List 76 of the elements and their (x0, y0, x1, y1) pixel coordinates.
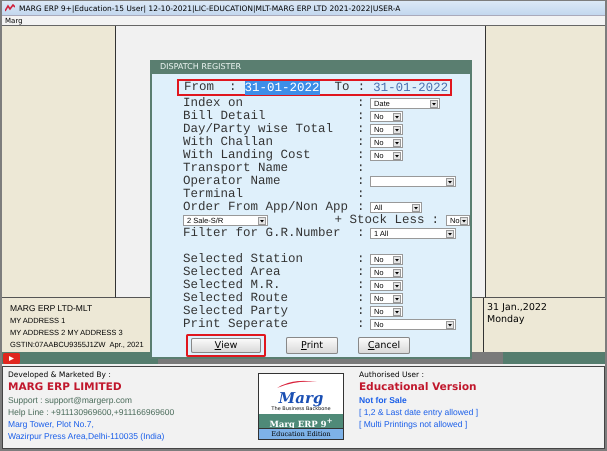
dropdown-icon[interactable] (446, 178, 454, 186)
field-label: Terminal (183, 188, 244, 201)
dialog-button[interactable]: View (186, 334, 266, 357)
field-label: Print Seperate (183, 318, 290, 331)
footer-text: Marg Tower, Plot No.7, (8, 418, 95, 430)
footer-text: Wazirpur Press Area,Delhi-110035 (India) (8, 430, 166, 442)
field-label: Operator Name (183, 175, 282, 188)
field-label: Day/Party wise Total (183, 123, 334, 136)
dropdown-icon[interactable] (258, 216, 266, 224)
colon: : (357, 292, 366, 305)
dialog-button[interactable]: Print (286, 337, 338, 354)
field-label: With Challan (183, 136, 274, 149)
company-name: MARG ERP LTD-MLT (10, 303, 92, 314)
field-label: Selected M.R. (183, 279, 282, 292)
footer-text: Support : support@margerp.com (8, 394, 133, 406)
dropdown-icon[interactable] (393, 138, 401, 146)
swoosh-icon (277, 380, 317, 388)
colon: : (358, 81, 366, 94)
dialog-button[interactable]: Cancel (358, 337, 410, 354)
field-label: Selected Party (183, 305, 290, 318)
colon: : (357, 253, 366, 266)
date-text: 31 Jan.,2022 (487, 302, 547, 313)
colon: : (357, 162, 366, 175)
dropdown-icon[interactable] (393, 282, 401, 290)
colon: : (357, 266, 366, 279)
field-label: Selected Station (183, 253, 304, 266)
dropdown-icon[interactable] (430, 100, 438, 108)
dropdown-icon[interactable] (393, 152, 401, 160)
dropdown-icon[interactable] (393, 308, 401, 316)
dropdown-icon[interactable] (460, 216, 468, 224)
dropdown-icon[interactable] (393, 112, 401, 120)
dropdown-icon[interactable] (393, 256, 401, 264)
footer-text: Educational Version (359, 381, 478, 394)
field-label: To (334, 81, 350, 94)
colon: : (357, 110, 366, 123)
footer-text: MARG ERP LIMITED (8, 381, 123, 394)
field-label: Order From App/Non App (183, 201, 350, 214)
dropdown-icon[interactable] (393, 126, 401, 134)
field-label: + Stock Less (334, 214, 424, 227)
dialog-title: DISPATCH REGISTER (152, 60, 470, 74)
colon: : (357, 188, 366, 201)
colon: : (357, 149, 366, 162)
field-label: Filter for G.R.Number (183, 227, 342, 240)
field-label: Index on (183, 97, 244, 110)
dropdown-icon[interactable] (393, 294, 401, 302)
colon: : (357, 279, 366, 292)
weekday-text: Monday (487, 314, 525, 325)
app-logo-icon (5, 4, 15, 12)
footer-text: Not for Sale (359, 394, 408, 406)
colon: : (357, 136, 366, 149)
colon: : (357, 97, 366, 110)
footer-text: [ 1,2 & Last date entry allowed ] (359, 406, 480, 418)
footer-text: [ Multi Printings not allowed ] (359, 418, 468, 430)
colon: : (357, 227, 366, 240)
colon: : (229, 81, 237, 94)
colon: : (357, 318, 366, 331)
colon: : (357, 123, 366, 136)
dropdown-icon[interactable] (393, 268, 401, 276)
dropdown-icon[interactable] (446, 230, 454, 238)
field-label: Selected Route (183, 292, 290, 305)
field-label: Selected Area (183, 266, 282, 279)
dropdown-icon[interactable] (446, 320, 454, 328)
dropdown-icon[interactable] (412, 204, 420, 212)
field-label: Transport Name (183, 162, 290, 175)
field-label: Bill Detail (183, 110, 267, 123)
footer-text: Help Line : +911130969600,+911166969600 (8, 406, 176, 418)
logo-brand: Marg (278, 390, 324, 406)
date-input[interactable]: 31-01-2022 (373, 80, 448, 94)
field-label: With Landing Cost (183, 149, 312, 162)
field-label: From (184, 81, 214, 94)
colon: : (357, 175, 366, 188)
colon: : (357, 201, 366, 214)
colon: : (431, 214, 439, 227)
logo-product: Marg ERP 9$^{+}$ (259, 414, 343, 428)
play-icon[interactable] (3, 352, 20, 364)
colon: : (357, 305, 366, 318)
